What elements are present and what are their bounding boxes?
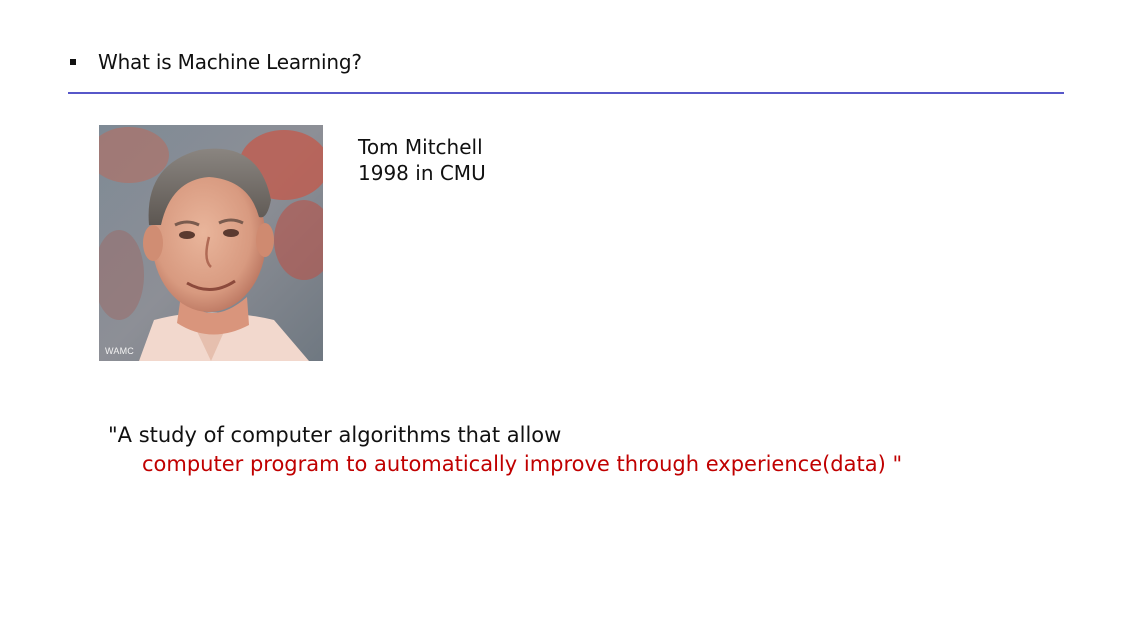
ml-definition-quote: "A study of computer algorithms that all… <box>108 421 902 479</box>
slide-header: What is Machine Learning? <box>70 50 362 74</box>
portrait-illustration <box>99 125 323 361</box>
person-detail: 1998 in CMU <box>358 161 486 185</box>
slide-title: What is Machine Learning? <box>98 50 362 74</box>
photo-watermark: WAMC <box>105 346 134 356</box>
quote-line-1: "A study of computer algorithms that all… <box>108 423 562 447</box>
portrait-photo: WAMC <box>99 125 323 361</box>
person-name: Tom Mitchell <box>358 135 483 159</box>
quote-line-2: computer program to automatically improv… <box>142 452 903 476</box>
person-caption: Tom Mitchell 1998 in CMU <box>358 134 486 186</box>
title-divider <box>68 92 1064 94</box>
slide: What is Machine Learning? WAMC Tom Mitch… <box>0 0 1139 637</box>
square-bullet-icon <box>70 59 76 65</box>
